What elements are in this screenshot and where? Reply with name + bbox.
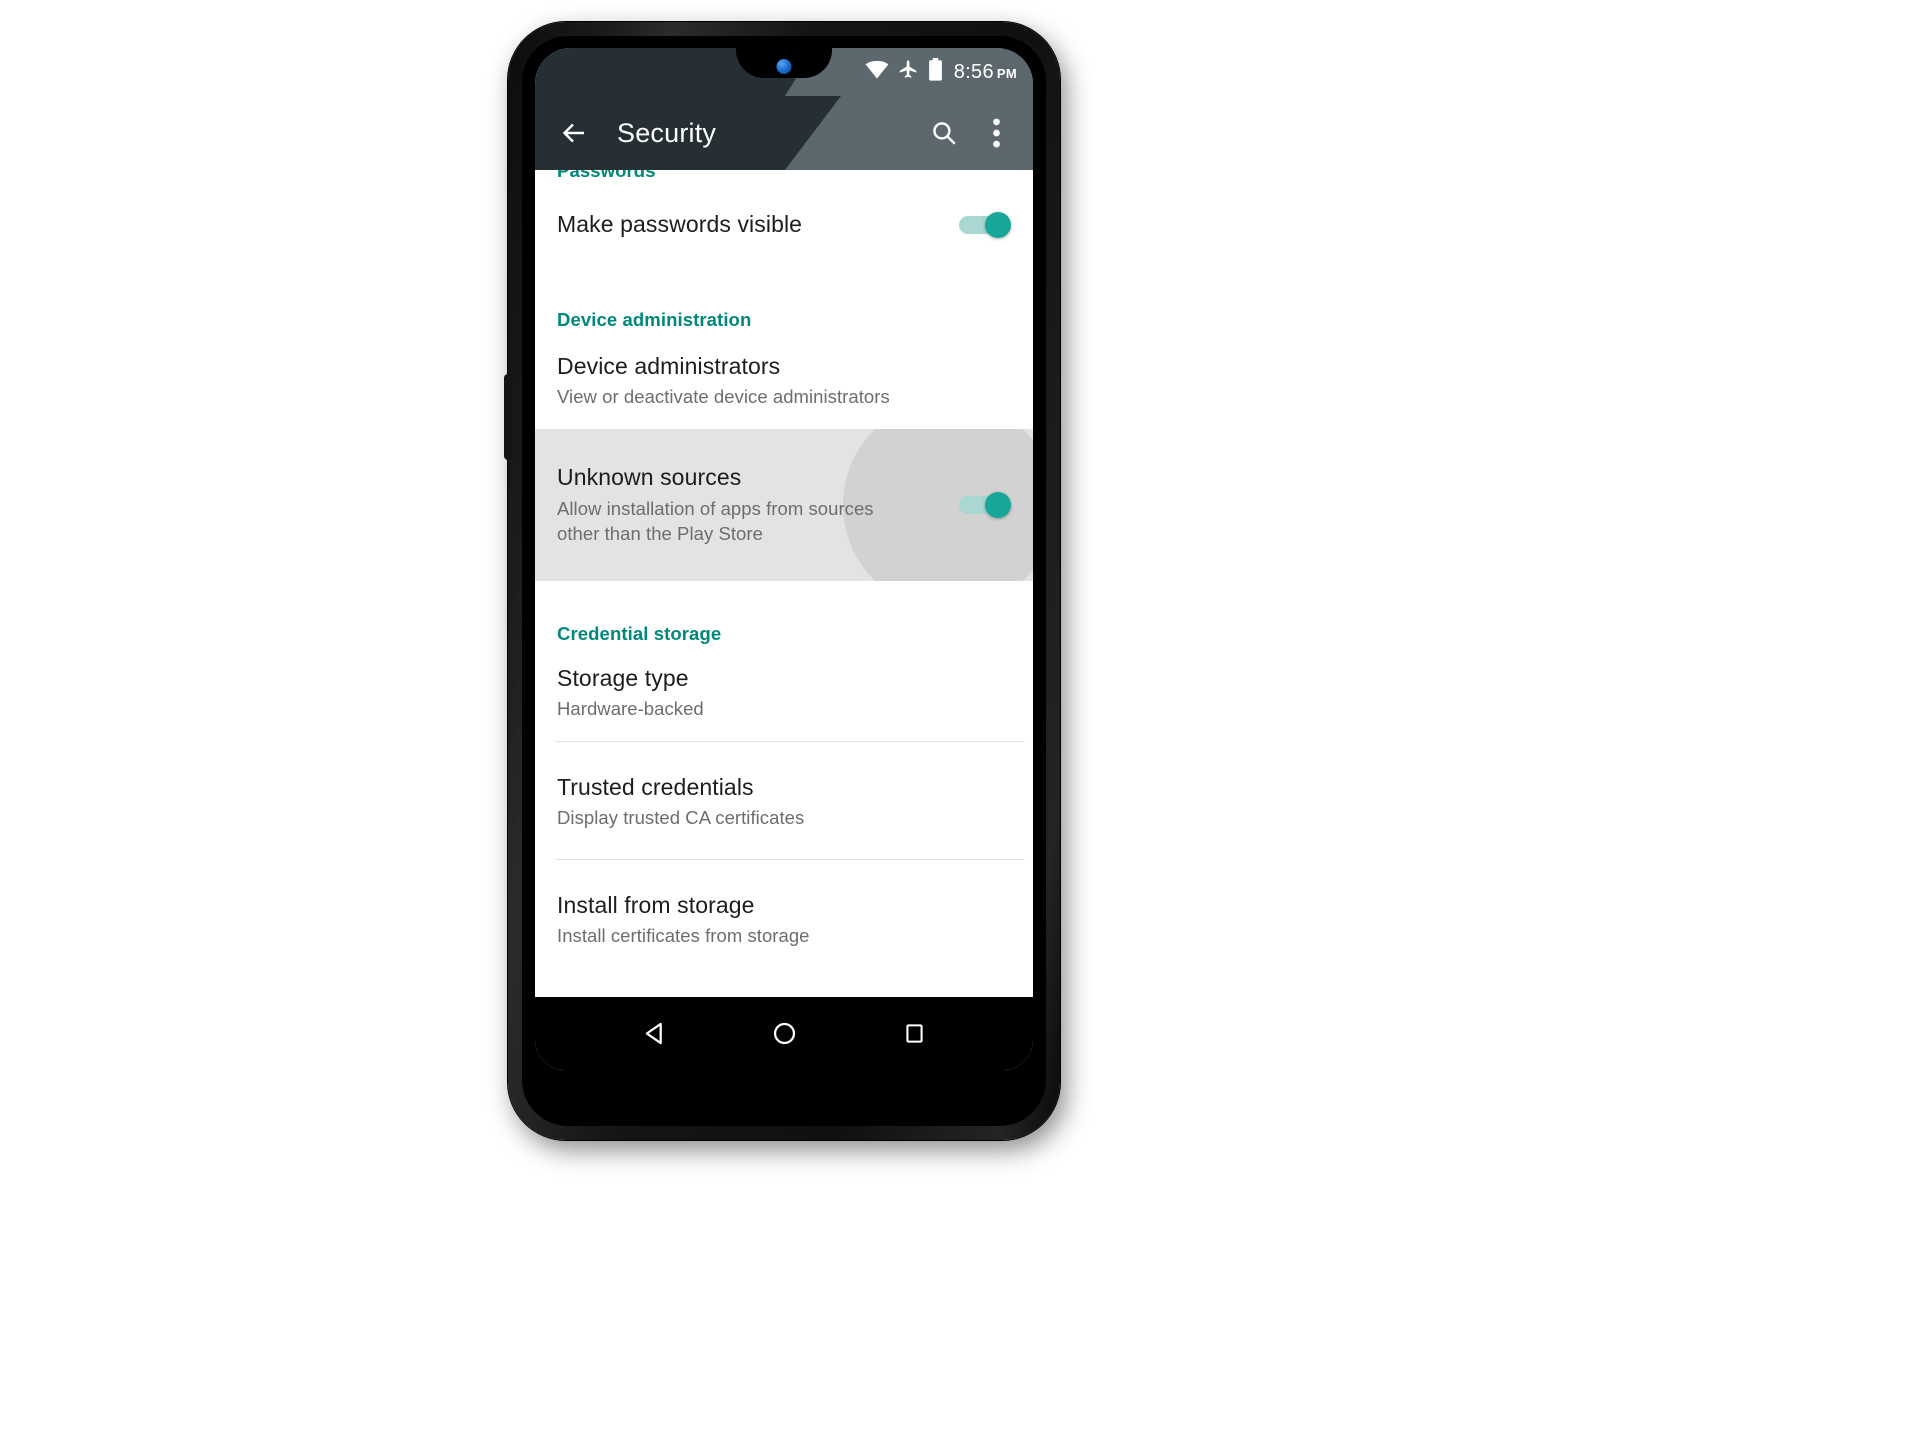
phone-screen: 8:56 PM Security Passwords Make password… xyxy=(535,48,1033,1070)
search-icon[interactable] xyxy=(921,110,967,156)
row-make-passwords-visible[interactable]: Make passwords visible xyxy=(535,184,1033,266)
power-button[interactable] xyxy=(504,374,512,460)
page-title: Security xyxy=(617,117,717,148)
phone-bezel: 8:56 PM Security Passwords Make password… xyxy=(522,36,1046,1126)
battery-icon xyxy=(928,58,943,86)
row-text: Storage type Hardware-backed xyxy=(557,665,1011,721)
row-text: Install from storage Install certificate… xyxy=(557,892,1011,948)
back-arrow-icon[interactable] xyxy=(553,112,595,154)
clock-ampm: PM xyxy=(996,65,1017,81)
row-install-from-storage[interactable]: Install from storage Install certificate… xyxy=(535,860,1033,977)
phone-device-frame: 8:56 PM Security Passwords Make password… xyxy=(504,22,1060,1140)
row-subtitle-line-1: Allow installation of apps from sources xyxy=(557,497,874,519)
row-title: Trusted credentials xyxy=(557,774,754,800)
action-bar-buttons xyxy=(921,96,1019,170)
row-subtitle: Install certificates from storage xyxy=(557,925,810,947)
nav-back-icon[interactable] xyxy=(626,1006,682,1062)
row-trusted-credentials[interactable]: Trusted credentials Display trusted CA c… xyxy=(535,742,1033,859)
android-navigation-bar xyxy=(535,997,1033,1070)
section-header-passwords: Passwords xyxy=(535,170,1033,184)
status-bar-icons: 8:56 PM xyxy=(865,48,1017,96)
make-passwords-visible-switch[interactable] xyxy=(959,212,1011,238)
status-bar-clock: 8:56 PM xyxy=(954,61,1017,84)
airplane-mode-icon xyxy=(898,59,919,85)
row-device-administrators[interactable]: Device administrators View or deactivate… xyxy=(535,331,1033,429)
row-text: Device administrators View or deactivate… xyxy=(557,353,1011,409)
front-camera-icon xyxy=(776,59,792,74)
switch-thumb xyxy=(985,492,1011,518)
section-header-device-administration: Device administration xyxy=(557,309,752,330)
section-header-credential-storage: Credential storage xyxy=(557,623,722,644)
settings-list[interactable]: Passwords Make passwords visible Device … xyxy=(535,170,1033,997)
row-subtitle: Display trusted CA certificates xyxy=(557,807,805,829)
row-subtitle: View or deactivate device administrators xyxy=(557,386,890,408)
unknown-sources-switch[interactable] xyxy=(959,492,1011,518)
row-text: Trusted credentials Display trusted CA c… xyxy=(557,774,1011,830)
row-subtitle-line-2: other than the Play Store xyxy=(557,522,763,544)
row-storage-type[interactable]: Storage type Hardware-backed xyxy=(535,645,1033,741)
row-title: Make passwords visible xyxy=(557,211,803,238)
nav-recents-icon[interactable] xyxy=(886,1006,942,1062)
row-text: Unknown sources Allow installation of ap… xyxy=(557,464,943,545)
section-header-passwords-label: Passwords xyxy=(557,170,656,181)
action-bar: Security xyxy=(535,96,1033,170)
row-title: Storage type xyxy=(557,665,689,691)
row-title: Device administrators xyxy=(557,353,781,379)
wifi-icon xyxy=(865,60,889,84)
switch-thumb xyxy=(985,212,1011,238)
status-bar: 8:56 PM xyxy=(535,48,1033,96)
screenshot-canvas: 8:56 PM Security Passwords Make password… xyxy=(0,0,1920,1440)
row-text: Make passwords visible xyxy=(557,211,943,238)
row-subtitle: Hardware-backed xyxy=(557,698,704,720)
row-unknown-sources[interactable]: Unknown sources Allow installation of ap… xyxy=(535,429,1033,581)
overflow-menu-icon[interactable] xyxy=(973,110,1019,156)
row-title: Install from storage xyxy=(557,892,755,918)
row-title: Unknown sources xyxy=(557,464,742,491)
clock-time: 8:56 xyxy=(953,60,994,83)
nav-home-icon[interactable] xyxy=(756,1006,812,1062)
